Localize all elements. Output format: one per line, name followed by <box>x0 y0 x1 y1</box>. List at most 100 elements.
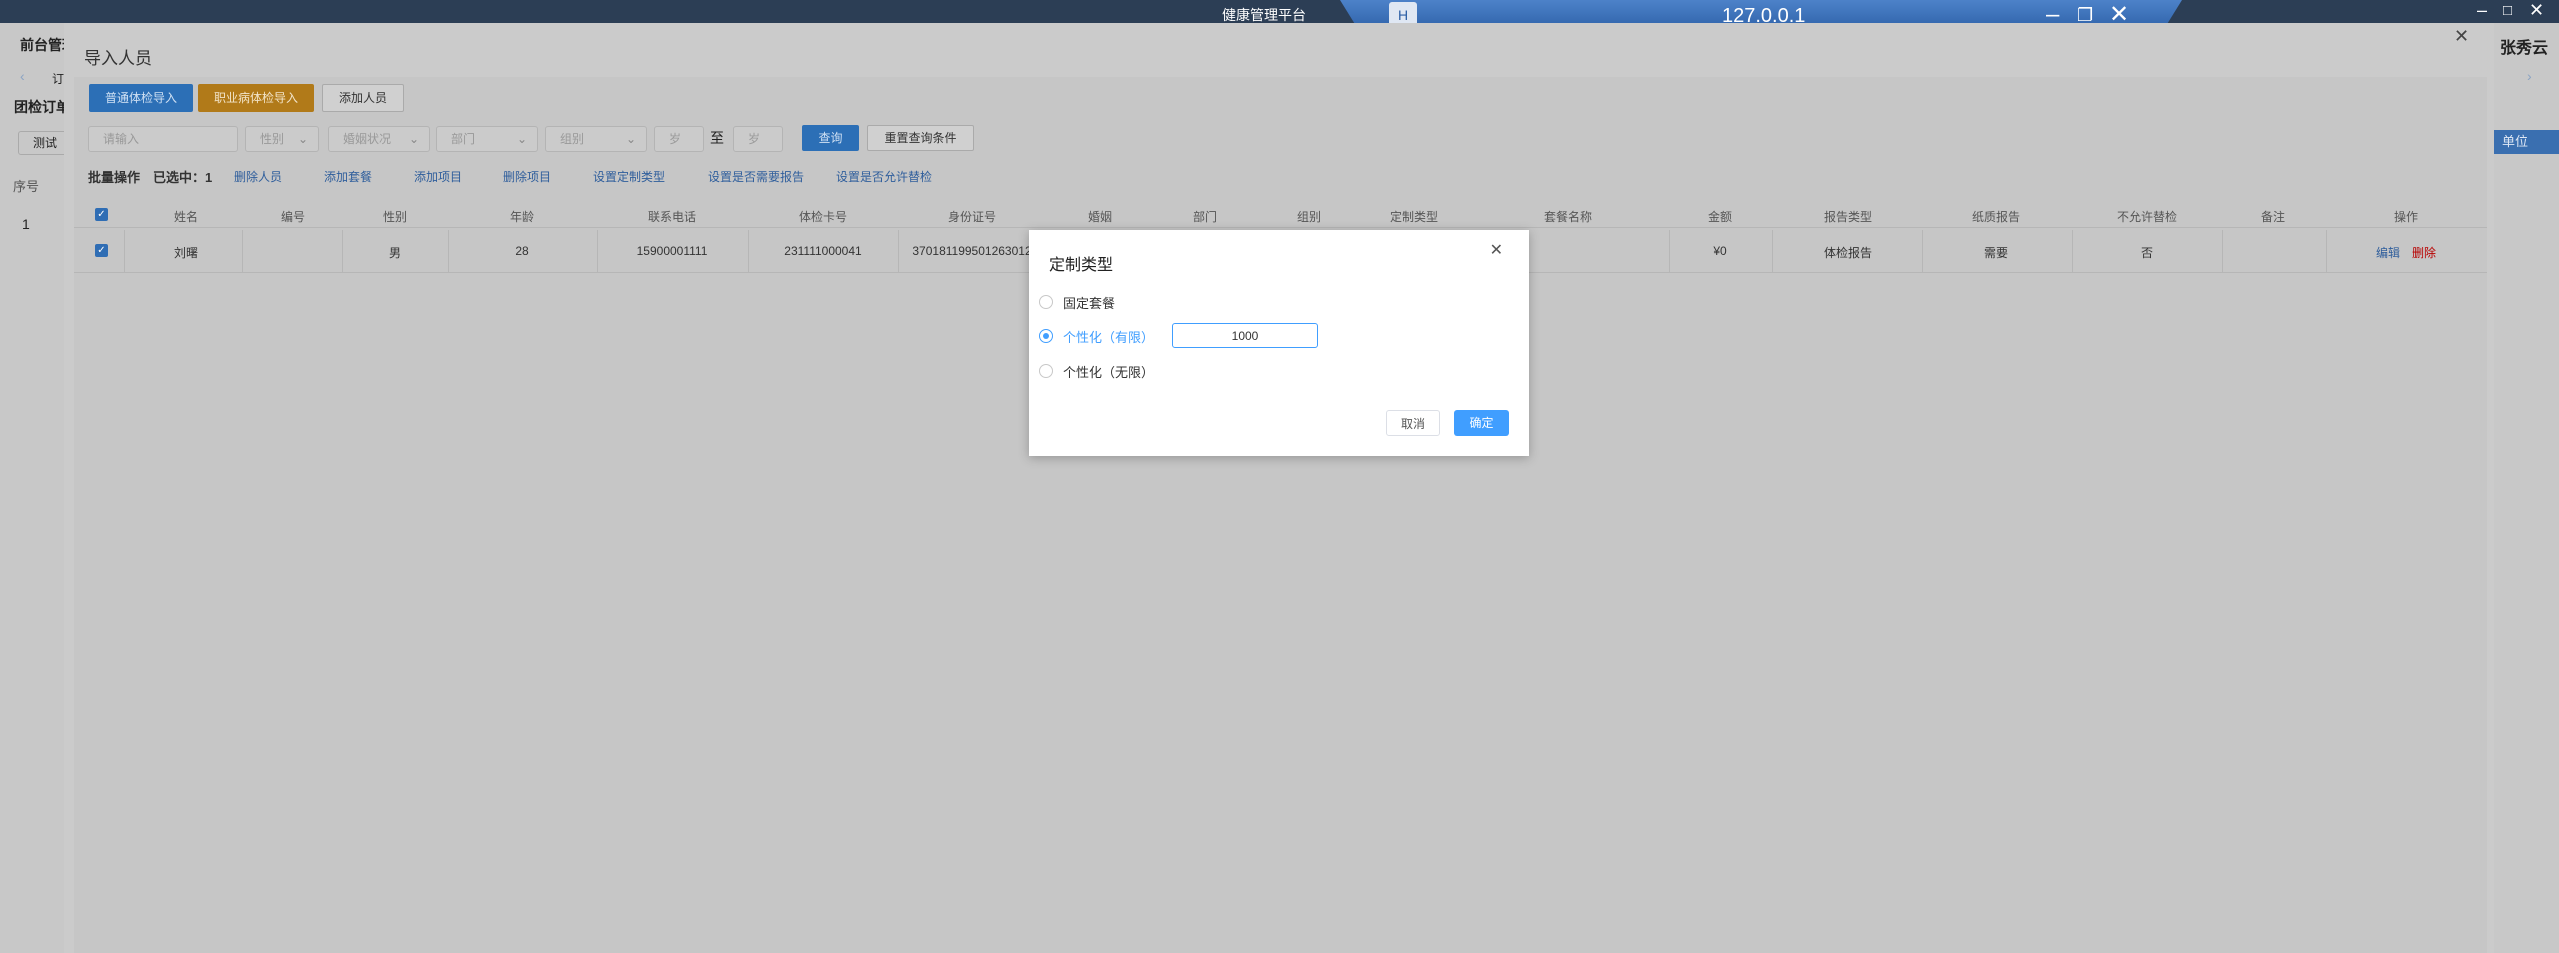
background-tab[interactable]: 订 <box>52 70 64 87</box>
chevron-down-icon: ⌄ <box>408 132 419 146</box>
th-age: 年龄 <box>509 210 535 224</box>
th-paper-report: 纸质报告 <box>1971 210 2021 224</box>
cell-name: 刘曙 <box>173 246 199 260</box>
cell-age: 28 <box>515 244 529 258</box>
chevron-down-icon: ⌄ <box>516 132 527 146</box>
th-custom-type: 定制类型 <box>1389 210 1439 224</box>
tab-next-icon[interactable]: › <box>2527 68 2532 84</box>
column-divider <box>242 230 243 272</box>
order-label: 团检订单 <box>14 99 70 115</box>
bulk-delete-person[interactable]: 删除人员 <box>234 168 282 185</box>
th-no-substitute: 不允许替检 <box>2116 210 2178 224</box>
th-code: 编号 <box>280 210 306 224</box>
table-header: ✓ 姓名 编号 性别 年龄 联系电话 体检卡号 身份证号 婚姻 部门 组别 定制… <box>74 203 2487 228</box>
cell-id-no: 370181199501263012 <box>912 244 1032 258</box>
panel-title: 导入人员 <box>84 49 152 68</box>
gender-select[interactable]: 性别 ⌄ <box>245 126 319 152</box>
department-select-value: 部门 <box>451 132 476 146</box>
search-button[interactable]: 查询 <box>802 125 859 151</box>
row-edit-link[interactable]: 编辑 <box>2376 244 2400 261</box>
group-select[interactable]: 组别 ⌄ <box>545 126 647 152</box>
occupational-import-button[interactable]: 职业病体检导入 <box>198 84 314 112</box>
user-name: 张秀云 <box>2500 40 2549 57</box>
cell-phone: 15900001111 <box>636 244 708 258</box>
cell-card: 231111000041 <box>784 244 862 258</box>
th-marital: 婚姻 <box>1087 210 1113 224</box>
row-seq: 1 <box>22 216 30 232</box>
group-select-value: 组别 <box>560 132 585 146</box>
option-label: 固定套餐 <box>1063 296 1116 311</box>
th-id-no: 身份证号 <box>947 210 997 224</box>
th-group: 组别 <box>1296 210 1322 224</box>
th-department: 部门 <box>1192 210 1218 224</box>
dialog-title: 定制类型 <box>1049 257 1114 274</box>
bulk-set-substitute[interactable]: 设置是否允许替检 <box>836 168 932 185</box>
reset-filters-button[interactable]: 重置查询条件 <box>867 125 974 151</box>
row-checkbox[interactable]: ✓ <box>95 244 108 257</box>
chevron-down-icon: ⌄ <box>297 132 308 146</box>
name-search-input[interactable]: 请输入 <box>88 126 238 152</box>
marital-select[interactable]: 婚姻状况 ⌄ <box>328 126 430 152</box>
column-divider <box>2072 230 2073 272</box>
column-divider <box>2222 230 2223 272</box>
custom-type-dialog: 定制类型 ✕ 固定套餐 个性化（有限） 1000 个性化（无限） 取消 确定 <box>1029 230 1529 456</box>
th-report-type: 报告类型 <box>1823 210 1873 224</box>
column-seq: 序号 <box>13 179 40 194</box>
select-all-checkbox[interactable]: ✓ <box>95 208 108 221</box>
th-remark: 备注 <box>2260 210 2286 224</box>
selected-count: 已选中：1 <box>153 170 213 185</box>
unit-button[interactable]: 单位 <box>2490 130 2559 154</box>
bulk-add-package[interactable]: 添加套餐 <box>324 168 372 185</box>
app-title: 健康管理平台 <box>1222 7 1306 23</box>
age-to-input[interactable]: 岁 <box>733 126 783 152</box>
test-button[interactable]: 测试 <box>18 131 70 155</box>
bulk-set-report-required[interactable]: 设置是否需要报告 <box>708 168 804 185</box>
marital-select-value: 婚姻状况 <box>343 132 392 146</box>
bulk-add-item[interactable]: 添加项目 <box>414 168 462 185</box>
option-label: 个性化（无限） <box>1063 365 1155 380</box>
column-divider <box>1922 230 1923 272</box>
th-actions: 操作 <box>2393 210 2419 224</box>
dialog-close-icon[interactable]: ✕ <box>1490 240 1503 260</box>
column-divider <box>898 230 899 272</box>
department-select[interactable]: 部门 ⌄ <box>436 126 538 152</box>
option-label: 个性化（有限） <box>1063 330 1155 345</box>
add-person-button[interactable]: 添加人员 <box>322 84 404 112</box>
bulk-delete-item[interactable]: 删除项目 <box>503 168 551 185</box>
th-gender: 性别 <box>382 210 408 224</box>
bulk-set-custom-type[interactable]: 设置定制类型 <box>593 168 665 185</box>
age-range-separator: 至 <box>710 130 724 146</box>
radio-unchecked-icon[interactable] <box>1039 364 1053 378</box>
column-divider <box>597 230 598 272</box>
th-card: 体检卡号 <box>798 210 848 224</box>
th-name: 姓名 <box>173 210 199 224</box>
cell-no-substitute: 否 <box>2140 246 2154 260</box>
column-divider <box>448 230 449 272</box>
window-minimize-icon[interactable]: – <box>2477 0 2487 21</box>
cell-amount: ¥0 <box>1713 244 1727 258</box>
gender-select-value: 性别 <box>260 132 285 146</box>
tab-prev-icon[interactable]: ‹ <box>20 68 25 84</box>
confirm-button[interactable]: 确定 <box>1454 410 1509 436</box>
cancel-button[interactable]: 取消 <box>1386 410 1440 436</box>
chevron-down-icon: ⌄ <box>625 132 636 146</box>
th-amount: 金额 <box>1707 210 1733 224</box>
window-close-icon[interactable]: ✕ <box>2529 0 2544 21</box>
age-from-input[interactable]: 岁 <box>654 126 704 152</box>
column-divider <box>1772 230 1773 272</box>
row-delete-link[interactable]: 删除 <box>2412 244 2436 261</box>
bulk-label: 批量操作 <box>88 170 141 185</box>
radio-checked-icon[interactable] <box>1039 329 1053 343</box>
limit-amount-input[interactable]: 1000 <box>1172 323 1318 348</box>
cell-gender: 男 <box>388 246 402 260</box>
column-divider <box>1669 230 1670 272</box>
column-divider <box>748 230 749 272</box>
th-package: 套餐名称 <box>1543 210 1593 224</box>
cell-report-type: 体检报告 <box>1823 246 1873 260</box>
column-divider <box>2326 230 2327 272</box>
panel-close-icon[interactable]: ✕ <box>2454 26 2469 47</box>
column-divider <box>342 230 343 272</box>
window-maximize-icon[interactable]: □ <box>2503 2 2512 19</box>
normal-import-button[interactable]: 普通体检导入 <box>89 84 193 112</box>
radio-unchecked-icon[interactable] <box>1039 295 1053 309</box>
